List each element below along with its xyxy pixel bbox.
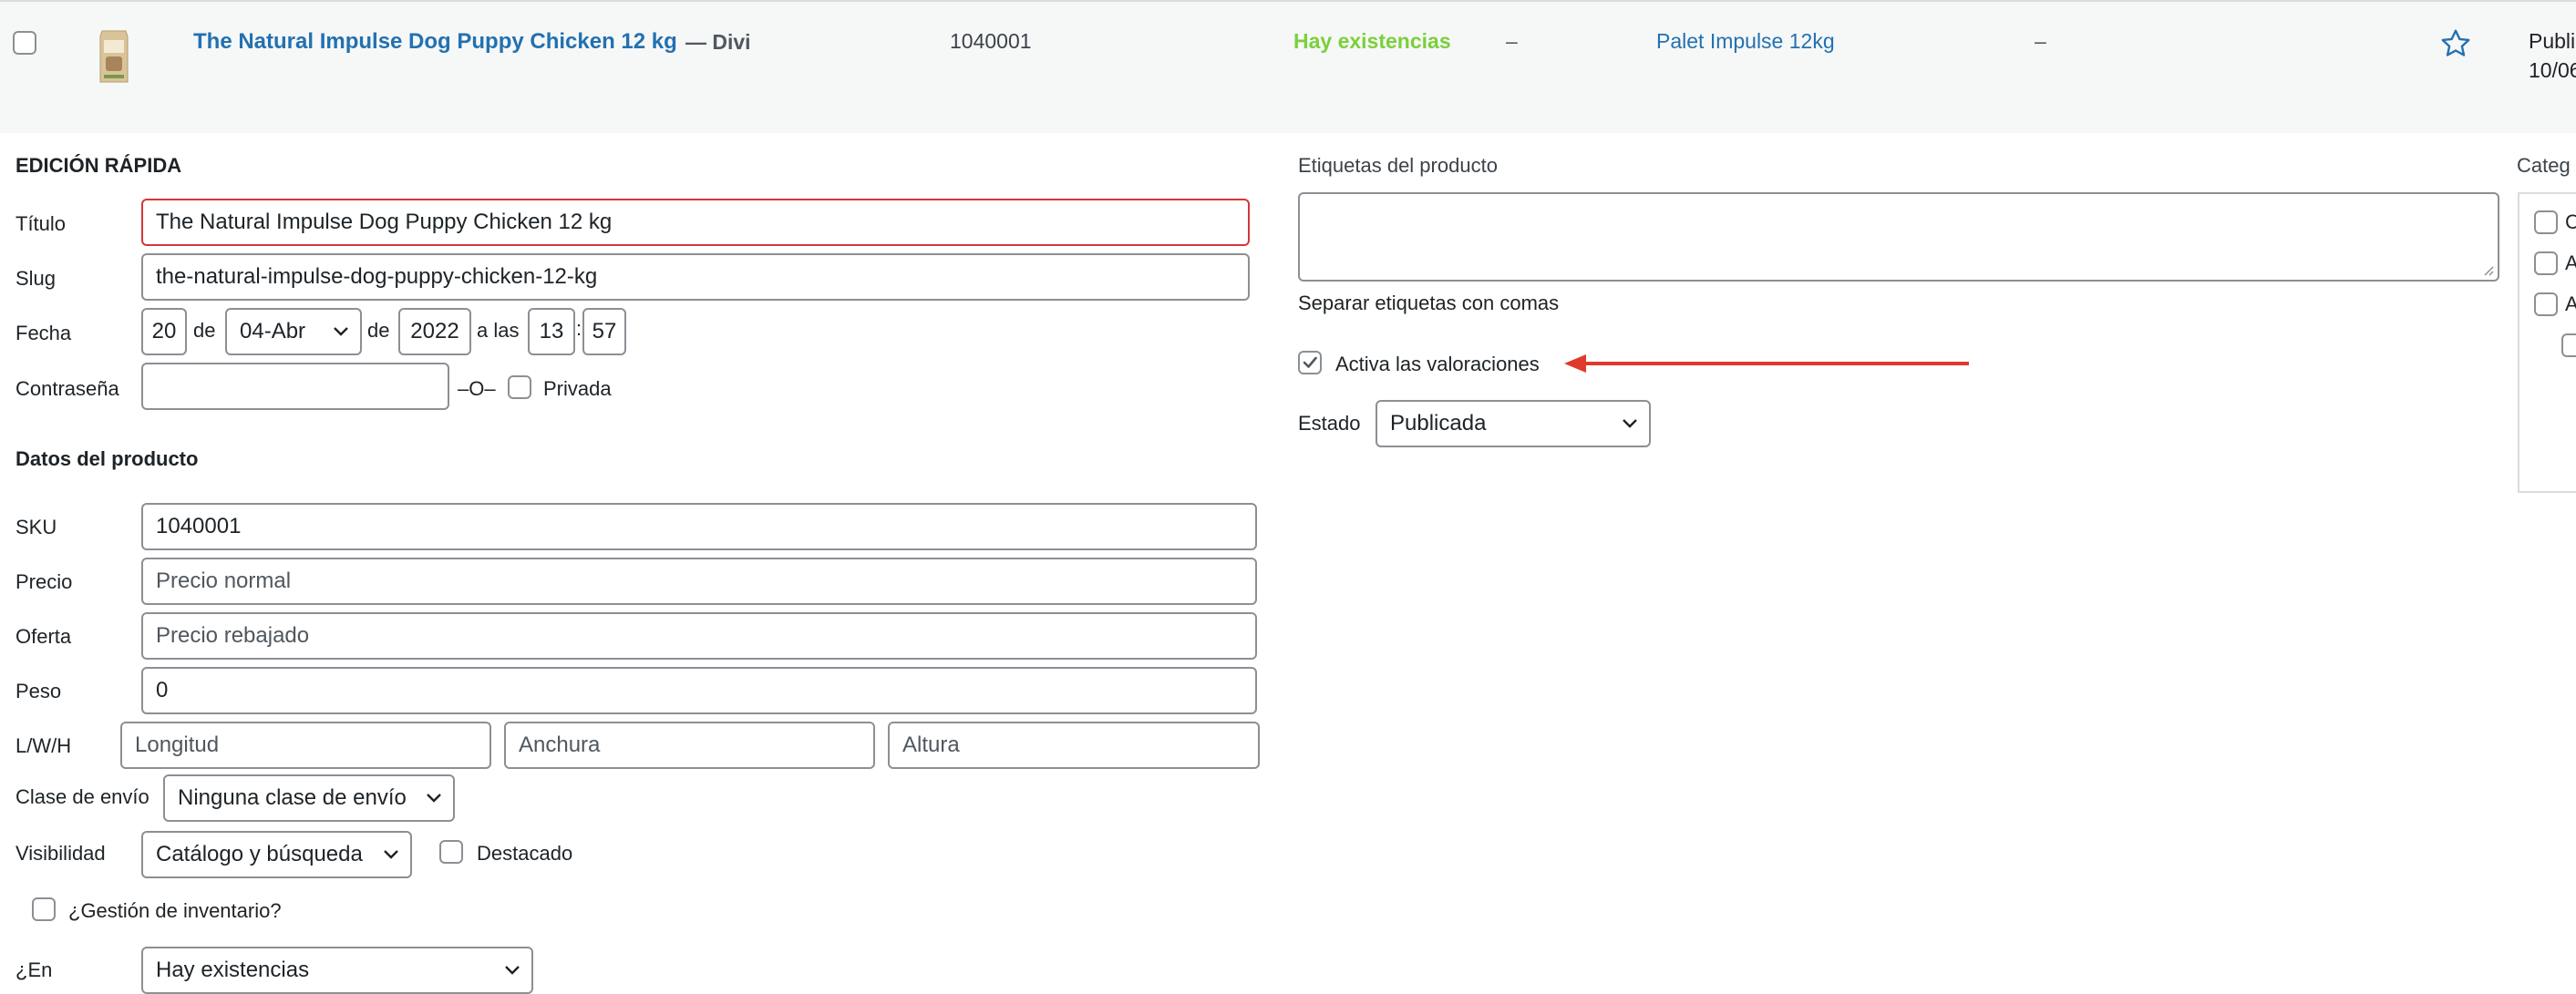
date-at-label: a las [477,319,520,342]
row-category-link[interactable]: Palet Impulse 12kg [1656,29,1835,54]
height-input[interactable]: Altura [888,722,1260,769]
category-checkbox[interactable] [2561,333,2576,357]
private-label: Privada [543,377,612,400]
row-price-empty: – [1506,29,1518,53]
categories-box: C A A [2518,192,2576,493]
slug-label: Slug [15,267,57,290]
enable-reviews-checkbox[interactable] [1298,351,1322,374]
row-tags-empty: – [2035,29,2046,53]
month-select[interactable]: 04-Abr [225,308,362,355]
regular-price-input[interactable]: Precio normal [141,558,1257,605]
manage-stock-checkbox[interactable] [32,897,56,921]
annotation-arrow-icon [1564,354,1969,373]
row-stock-status: Hay existencias [1293,29,1451,53]
hour-input[interactable]: 13 [528,308,575,355]
private-checkbox[interactable] [508,375,531,399]
category-item-label: A [2565,251,2576,274]
month-value: 04-Abr [240,319,306,343]
password-input[interactable] [141,363,449,410]
time-colon: : [576,317,582,340]
chevron-down-icon [334,327,348,336]
visibility-select[interactable]: Catálogo y búsqueda [141,831,412,878]
date-de-2: de [367,319,390,342]
chevron-down-icon [384,850,398,859]
sku-label: SKU [15,516,57,538]
day-input[interactable]: 20 [141,308,187,355]
shipping-class-select[interactable]: Ninguna clase de envío [163,774,455,822]
weight-input[interactable]: 0 [141,667,1257,714]
category-checkbox[interactable] [2534,210,2558,234]
featured-label: Destacado [477,842,573,865]
title-label: Título [15,212,67,235]
tags-hint: Separar etiquetas con comas [1298,292,1560,314]
categories-label: Categ [2517,154,2571,177]
slug-input[interactable]: the-natural-impulse-dog-puppy-chicken-12… [141,253,1250,301]
minute-input[interactable]: 57 [582,308,626,355]
featured-checkbox[interactable] [439,840,463,864]
manage-stock-label: ¿Gestión de inventario? [68,899,282,922]
visibility-value: Catálogo y búsqueda [156,842,363,866]
password-label: Contraseña [15,377,119,400]
category-item-label: A [2565,292,2576,315]
row-select-checkbox[interactable] [13,31,36,55]
visibility-label: Visibilidad [15,842,106,865]
product-thumbnail[interactable] [95,27,133,86]
product-row: The Natural Impulse Dog Puppy Chicken 12… [0,0,2576,133]
shipping-class-value: Ninguna clase de envío [178,785,407,810]
row-date-status: Publi [2529,29,2576,53]
date-label: Fecha [15,322,72,344]
password-or-separator: –O– [458,377,496,400]
status-value: Publicada [1390,411,1487,436]
weight-label: Peso [15,680,62,702]
resize-handle-icon[interactable] [2481,263,2494,276]
category-checkbox[interactable] [2534,292,2558,316]
status-select[interactable]: Publicada [1376,400,1651,447]
shipping-class-label: Clase de envío [15,785,149,808]
quick-edit-heading: EDICIÓN RÁPIDA [15,154,182,177]
tags-label: Etiquetas del producto [1298,154,1498,177]
checkmark-icon [1303,356,1317,368]
length-input[interactable]: Longitud [120,722,491,769]
product-data-heading: Datos del producto [15,447,199,470]
stock-status-select[interactable]: Hay existencias [141,947,533,994]
product-builder-tag: — Divi [685,30,751,54]
row-sku: 1040001 [950,29,1032,53]
row-date-value: 10/06 [2529,58,2576,82]
status-label: Estado [1298,412,1361,435]
stock-status-value: Hay existencias [156,958,310,982]
sale-label: Oferta [15,625,72,648]
date-de-1: de [193,319,216,342]
sku-input[interactable]: 1040001 [141,503,1257,550]
category-checkbox[interactable] [2534,251,2558,275]
width-input[interactable]: Anchura [504,722,875,769]
chevron-down-icon [505,966,520,975]
tags-textarea[interactable] [1298,192,2499,282]
chevron-down-icon [427,794,441,803]
title-input[interactable]: The Natural Impulse Dog Puppy Chicken 12… [141,199,1250,246]
category-item-label: C [2565,210,2576,233]
year-input[interactable]: 2022 [398,308,471,355]
chevron-down-icon [1623,419,1637,428]
price-label: Precio [15,570,73,593]
dimensions-label: L/W/H [15,734,72,757]
featured-star-icon[interactable] [2439,27,2472,65]
sale-price-input[interactable]: Precio rebajado [141,612,1257,660]
enable-reviews-label: Activa las valoraciones [1335,353,1540,375]
stock-status-label: ¿En [15,958,53,981]
product-title-link[interactable]: The Natural Impulse Dog Puppy Chicken 12… [193,29,677,55]
